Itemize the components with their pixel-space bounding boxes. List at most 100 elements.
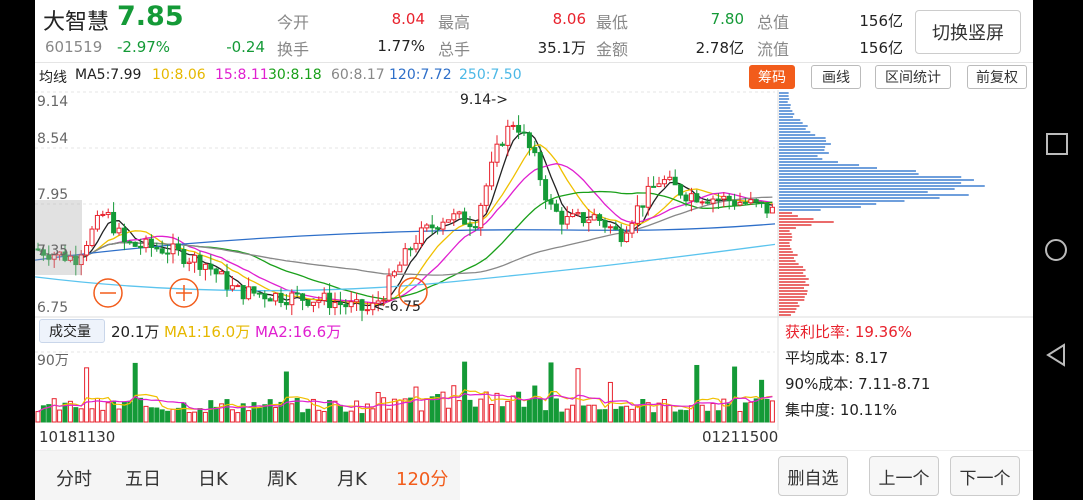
candle-body	[316, 300, 322, 303]
candle-body	[84, 245, 90, 256]
remove-watchlist-button[interactable]: 删自选	[778, 456, 848, 496]
chip-bar	[779, 296, 805, 298]
candle-body	[105, 211, 111, 215]
chips-button[interactable]: 筹码	[749, 65, 795, 89]
volume-bar	[148, 407, 154, 423]
volume-tab[interactable]: 成交量	[49, 321, 91, 341]
kline-chart[interactable]	[35, 90, 1033, 450]
candle-body	[143, 238, 149, 249]
candle-body	[489, 161, 495, 187]
volume-bar	[208, 400, 214, 423]
volume-bar	[672, 411, 678, 423]
ma60-value: 60:8.17	[331, 67, 385, 83]
chip-bar	[779, 125, 808, 127]
candle-body	[553, 203, 559, 212]
candle-body	[424, 224, 430, 229]
volume-bar	[753, 398, 759, 423]
switch-portrait-button[interactable]: 切换竖屏	[915, 10, 1021, 54]
candle-body	[300, 293, 306, 301]
volume-bar	[391, 398, 397, 423]
candle-body	[327, 292, 333, 309]
ma120-value: 120:7.72	[389, 67, 452, 83]
volume-bar	[170, 408, 176, 423]
recent-apps-icon[interactable]	[1046, 133, 1068, 155]
volume-ma2: MA2:16.6万	[255, 323, 342, 341]
candle-body	[721, 195, 727, 200]
chip-bar	[779, 134, 816, 136]
float-value: 156亿	[859, 39, 903, 57]
chip-bar	[779, 290, 808, 292]
candle-body	[235, 285, 241, 288]
volume-bar	[35, 411, 41, 423]
chip-bar	[779, 146, 826, 148]
candle-body	[624, 232, 630, 243]
chip-bar	[779, 281, 806, 283]
drag-handle-icon[interactable]	[35, 200, 82, 275]
volume-bar	[294, 397, 300, 423]
home-icon[interactable]	[1045, 239, 1067, 261]
volume-bar	[94, 397, 100, 423]
tab-daily[interactable]: 日K	[198, 465, 228, 491]
tab-120min[interactable]: 120分	[396, 465, 448, 491]
candle-body	[548, 199, 554, 205]
candle-body	[240, 285, 246, 300]
tab-five-day[interactable]: 五日	[125, 465, 161, 491]
volume-bar	[737, 410, 743, 423]
chip-bar	[779, 284, 810, 286]
chip-bar	[779, 236, 793, 238]
volume-bar	[451, 385, 457, 423]
candle-body	[397, 264, 403, 273]
adjust-button[interactable]: 前复权	[967, 65, 1027, 89]
volume-bar	[413, 386, 419, 423]
candle-body	[694, 193, 700, 203]
range-stats-button[interactable]: 区间统计	[875, 65, 951, 89]
candle-body	[532, 147, 538, 154]
chip-bar	[779, 278, 809, 280]
open-label: 今开	[277, 13, 310, 32]
chip-bar	[779, 293, 807, 295]
chip-bar	[779, 143, 831, 145]
volume-bar	[251, 402, 257, 423]
volume-bar	[181, 402, 187, 423]
volume-bar	[305, 408, 311, 423]
candle-body	[559, 210, 565, 225]
candle-body	[89, 228, 95, 247]
total-value-label: 总值	[757, 13, 790, 32]
previous-button[interactable]: 上一个	[869, 456, 939, 496]
chip-bar	[779, 131, 811, 133]
candle-body	[732, 200, 738, 206]
volume-bar	[327, 400, 333, 423]
volume-bar	[694, 364, 700, 423]
volume-bar	[127, 401, 133, 423]
volume-bar	[602, 409, 608, 423]
chip-bar	[779, 95, 789, 97]
tab-weekly[interactable]: 周K	[267, 465, 297, 491]
tab-monthly[interactable]: 月K	[337, 465, 367, 491]
volume-bar	[105, 402, 111, 423]
next-button[interactable]: 下一个	[950, 456, 1020, 496]
volume-bar	[354, 400, 360, 423]
volume-bar	[84, 367, 90, 423]
volume-bar	[499, 406, 505, 423]
candle-body	[343, 304, 349, 308]
volume-bar	[629, 408, 635, 423]
zoom-out-icon[interactable]	[93, 278, 123, 308]
volume-bar	[624, 405, 630, 423]
candle-body	[111, 211, 117, 234]
chip-bar	[779, 266, 804, 268]
volume-bar	[478, 398, 484, 423]
zoom-in-icon[interactable]	[169, 278, 199, 308]
volume-bar	[224, 399, 230, 423]
candle-body	[667, 176, 673, 181]
tab-intraday[interactable]: 分时	[56, 465, 92, 491]
volume-bar	[57, 409, 63, 423]
draw-line-button[interactable]: 画线	[811, 65, 861, 89]
candle-body	[170, 243, 176, 255]
volume-bar	[337, 404, 343, 423]
low-label: 最低	[596, 13, 629, 32]
chip-bar	[779, 272, 804, 274]
chip-bar	[779, 116, 793, 118]
back-icon[interactable]	[1044, 343, 1068, 367]
float-value-label: 流值	[757, 40, 790, 59]
ma10-value: 10:8.06	[152, 67, 206, 83]
